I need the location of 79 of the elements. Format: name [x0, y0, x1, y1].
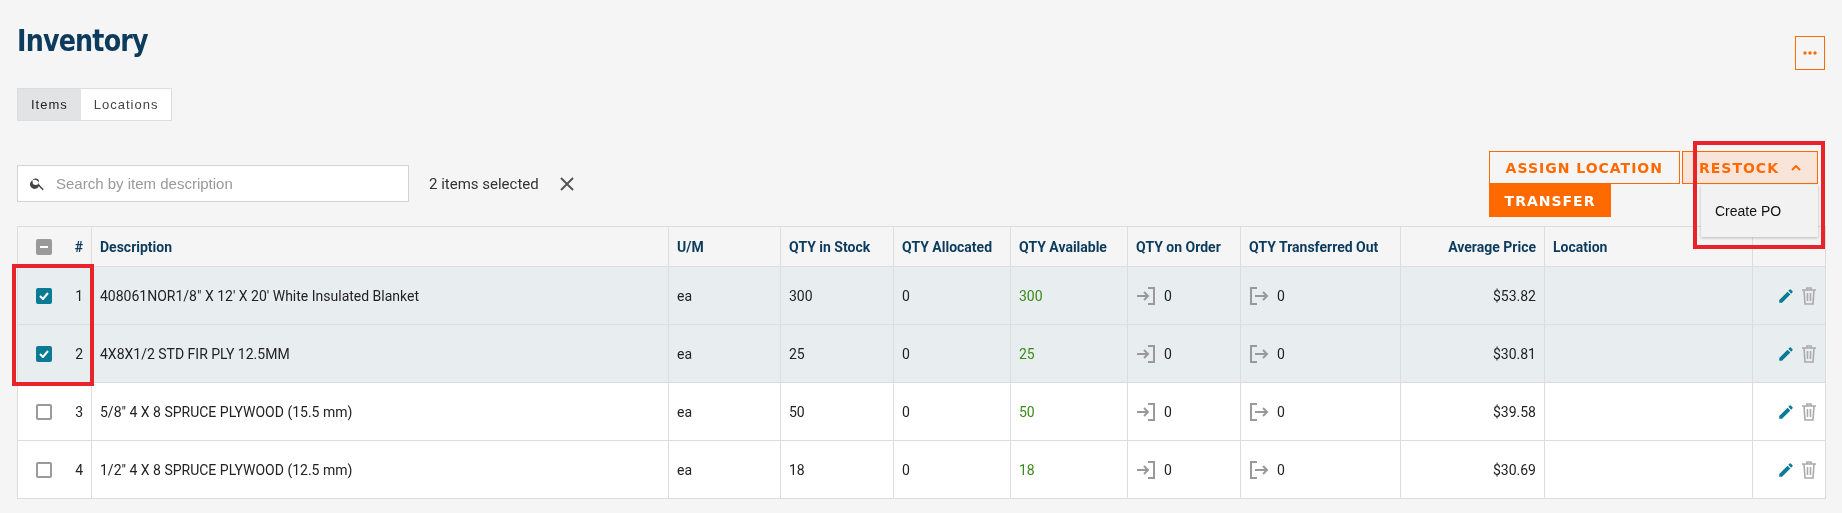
table-cell: 0 — [1164, 287, 1172, 304]
column-header: Description — [100, 238, 173, 255]
table-cell: $30.69 — [1492, 461, 1536, 478]
table-cell: 0 — [1164, 345, 1172, 362]
table-cell: $53.82 — [1492, 287, 1536, 304]
check-icon — [39, 349, 49, 358]
arrow-out-of-bracket-icon — [1249, 460, 1269, 479]
table-cell: 0 — [1277, 403, 1285, 420]
edit-icon[interactable] — [1777, 402, 1795, 421]
table-cell: 25 — [1019, 345, 1035, 362]
table-cell: 4 — [75, 461, 83, 478]
column-header: Average Price — [1448, 238, 1536, 255]
delete-icon[interactable] — [1801, 402, 1817, 421]
delete-icon[interactable] — [1801, 286, 1817, 305]
table-cell: 0 — [902, 287, 910, 304]
tab[interactable]: Items — [18, 89, 81, 120]
more-options-button[interactable] — [1795, 36, 1825, 70]
column-header: QTY Allocated — [902, 238, 993, 255]
table-cell: 50 — [1019, 403, 1035, 420]
arrow-out-of-bracket-icon — [1249, 344, 1269, 363]
table-cell: 300 — [1019, 287, 1043, 304]
table-cell: 1 — [75, 287, 83, 304]
table-cell: ea — [677, 461, 693, 478]
table-cell: 0 — [1277, 461, 1285, 478]
arrow-into-bracket-icon — [1136, 460, 1156, 479]
check-icon — [39, 291, 49, 300]
edit-icon[interactable] — [1777, 286, 1795, 305]
table-cell: ea — [677, 287, 693, 304]
table-cell: 1/2" 4 X 8 SPRUCE PLYWOOD (12.5 mm) — [100, 461, 353, 478]
table-cell: 3 — [75, 403, 83, 420]
delete-icon[interactable] — [1801, 460, 1817, 479]
table-cell: 300 — [789, 287, 813, 304]
arrow-into-bracket-icon — [1136, 402, 1156, 421]
table-cell: $30.81 — [1492, 345, 1536, 362]
column-header: U/M — [677, 238, 704, 255]
search-field[interactable]: Search by item description — [17, 165, 409, 202]
caret-icon — [1791, 164, 1801, 171]
delete-icon[interactable] — [1801, 344, 1817, 363]
selection-count: 2 items selected — [429, 174, 539, 193]
table-cell: ea — [677, 403, 693, 420]
row-checkbox[interactable] — [36, 461, 52, 478]
arrow-out-of-bracket-icon — [1249, 402, 1269, 421]
table-cell: ea — [677, 345, 693, 362]
column-header: QTY Transferred Out — [1249, 238, 1379, 255]
arrow-into-bracket-icon — [1136, 286, 1156, 305]
select-all-checkbox[interactable] — [36, 238, 52, 255]
table-cell: 18 — [1019, 461, 1035, 478]
column-header: QTY on Order — [1136, 238, 1221, 255]
menu-item[interactable]: Create PO — [1701, 191, 1818, 231]
table-cell: 0 — [1277, 345, 1285, 362]
edit-icon[interactable] — [1777, 460, 1795, 479]
arrow-into-bracket-icon — [1136, 344, 1156, 363]
table-cell: 25 — [789, 345, 805, 362]
row-checkbox[interactable] — [36, 403, 52, 420]
page-title: Inventory — [17, 22, 148, 58]
table-cell: 18 — [789, 461, 805, 478]
minus-icon — [40, 245, 48, 248]
table-cell: 0 — [902, 461, 910, 478]
column-header: QTY in Stock — [789, 238, 871, 255]
close-icon[interactable] — [558, 175, 575, 192]
table-cell: $39.58 — [1492, 403, 1536, 420]
column-header: QTY Available — [1019, 238, 1107, 255]
edit-icon[interactable] — [1777, 344, 1795, 363]
table-cell: 4X8X1/2 STD FIR PLY 12.5MM — [100, 345, 290, 362]
table-cell: 5/8" 4 X 8 SPRUCE PLYWOOD (15.5 mm) — [100, 403, 353, 420]
table-cell: 0 — [1277, 287, 1285, 304]
column-header: Location — [1553, 238, 1608, 255]
arrow-out-of-bracket-icon — [1249, 286, 1269, 305]
more-icon — [1803, 51, 1817, 55]
table-cell: 0 — [902, 345, 910, 362]
column-header: # — [74, 238, 83, 255]
table-cell: 408061NOR1/8" X 12' X 20' White Insulated Blanket — [100, 287, 420, 304]
row-checkbox[interactable] — [36, 287, 52, 304]
table-cell: 2 — [75, 345, 83, 362]
table-cell: 0 — [1164, 403, 1172, 420]
table-cell: 0 — [902, 403, 910, 420]
table-cell: 50 — [789, 403, 805, 420]
table-cell: 0 — [1164, 461, 1172, 478]
row-checkbox[interactable] — [36, 345, 52, 362]
